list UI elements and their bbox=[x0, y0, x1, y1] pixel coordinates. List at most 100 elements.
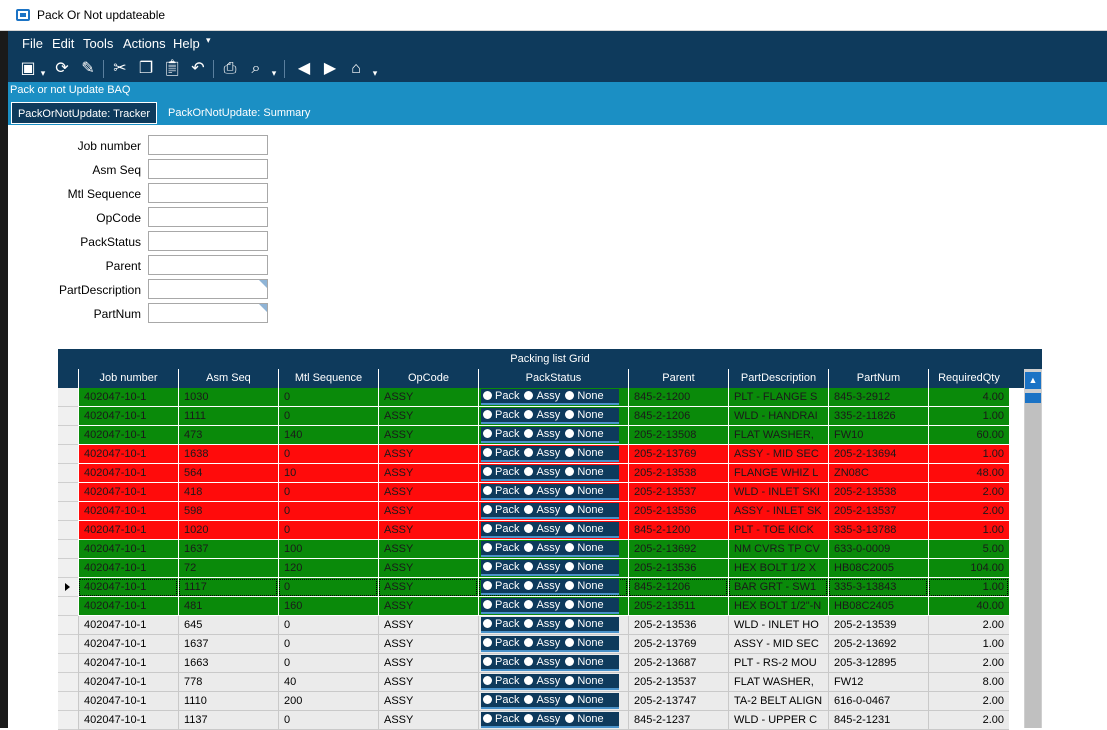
row-selector[interactable] bbox=[58, 426, 78, 445]
cell-required-qty[interactable]: 1.00 bbox=[928, 521, 1009, 540]
packstatus-radio-group[interactable]: Pack Assy None bbox=[481, 598, 619, 614]
column-header-asm-seq[interactable]: Asm Seq bbox=[178, 369, 278, 388]
cell-partnum[interactable]: 845-2-1231 bbox=[828, 711, 928, 730]
cell-asm-seq[interactable]: 598 bbox=[178, 502, 278, 521]
cell-packstatus[interactable]: Pack Assy None bbox=[478, 388, 628, 407]
radio-none-icon[interactable] bbox=[565, 657, 575, 666]
radio-pack-label[interactable]: Pack bbox=[495, 637, 519, 649]
row-selector[interactable] bbox=[58, 635, 78, 654]
row-selector[interactable] bbox=[58, 464, 78, 483]
cell-asm-seq[interactable]: 72 bbox=[178, 559, 278, 578]
radio-none-icon[interactable] bbox=[565, 467, 575, 476]
cell-partnum[interactable]: FW10 bbox=[828, 426, 928, 445]
row-selector[interactable] bbox=[58, 521, 78, 540]
packstatus-radio-group[interactable]: Pack Assy None bbox=[481, 617, 619, 633]
cell-mtl-sequence[interactable]: 120 bbox=[278, 559, 378, 578]
radio-assy-icon[interactable] bbox=[524, 676, 534, 685]
radio-assy-label[interactable]: Assy bbox=[536, 447, 560, 459]
radio-none-icon[interactable] bbox=[565, 619, 575, 628]
radio-assy-icon[interactable] bbox=[524, 391, 534, 400]
radio-none-icon[interactable] bbox=[565, 676, 575, 685]
radio-assy-icon[interactable] bbox=[524, 429, 534, 438]
cell-asm-seq[interactable]: 1020 bbox=[178, 521, 278, 540]
radio-none-icon[interactable] bbox=[565, 429, 575, 438]
cell-mtl-sequence[interactable]: 10 bbox=[278, 464, 378, 483]
cell-part-description[interactable]: PLT - TOE KICK bbox=[728, 521, 828, 540]
radio-pack-icon[interactable] bbox=[483, 562, 492, 571]
row-selector[interactable] bbox=[58, 578, 78, 597]
cell-opcode[interactable]: ASSY bbox=[378, 407, 478, 426]
cell-asm-seq[interactable]: 473 bbox=[178, 426, 278, 445]
cell-opcode[interactable]: ASSY bbox=[378, 445, 478, 464]
cell-opcode[interactable]: ASSY bbox=[378, 654, 478, 673]
column-header-required-qty[interactable]: RequiredQty bbox=[928, 369, 1009, 388]
cell-parent[interactable]: 205-2-13537 bbox=[628, 673, 728, 692]
cell-packstatus[interactable]: Pack Assy None bbox=[478, 635, 628, 654]
cell-required-qty[interactable]: 1.00 bbox=[928, 407, 1009, 426]
radio-none-label[interactable]: None bbox=[577, 656, 603, 668]
menu-help[interactable]: Help bbox=[173, 36, 200, 51]
radio-none-label[interactable]: None bbox=[577, 618, 603, 630]
cell-mtl-sequence[interactable]: 0 bbox=[278, 616, 378, 635]
cell-partnum[interactable]: 335-3-13788 bbox=[828, 521, 928, 540]
radio-assy-label[interactable]: Assy bbox=[536, 485, 560, 497]
cell-mtl-sequence[interactable]: 0 bbox=[278, 445, 378, 464]
radio-pack-label[interactable]: Pack bbox=[495, 523, 519, 535]
cell-opcode[interactable]: ASSY bbox=[378, 464, 478, 483]
packstatus-radio-group[interactable]: Pack Assy None bbox=[481, 579, 619, 595]
radio-assy-icon[interactable] bbox=[524, 562, 534, 571]
radio-assy-icon[interactable] bbox=[524, 600, 534, 609]
radio-assy-label[interactable]: Assy bbox=[536, 694, 560, 706]
cell-partnum[interactable]: 205-2-13538 bbox=[828, 483, 928, 502]
cell-mtl-sequence[interactable]: 0 bbox=[278, 578, 378, 597]
radio-assy-icon[interactable] bbox=[524, 581, 534, 590]
radio-assy-label[interactable]: Assy bbox=[536, 466, 560, 478]
table-row[interactable]: 402047-10-1 481 160 ASSY Pack Assy None 205-2-1… bbox=[78, 597, 1009, 616]
radio-assy-icon[interactable] bbox=[524, 467, 534, 476]
radio-assy-label[interactable]: Assy bbox=[536, 542, 560, 554]
table-row[interactable]: 402047-10-1 1637 0 ASSY Pack Assy None 205-2-13… bbox=[78, 635, 1009, 654]
cell-packstatus[interactable]: Pack Assy None bbox=[478, 407, 628, 426]
packstatus-input[interactable] bbox=[148, 231, 268, 251]
cell-opcode[interactable]: ASSY bbox=[378, 540, 478, 559]
cell-partnum[interactable]: 335-3-13843 bbox=[828, 578, 928, 597]
radio-pack-icon[interactable] bbox=[483, 619, 492, 628]
cell-part-description[interactable]: WLD - INLET HO bbox=[728, 616, 828, 635]
cell-part-description[interactable]: PLT - RS-2 MOU bbox=[728, 654, 828, 673]
clear-icon[interactable]: ✎ bbox=[78, 59, 98, 79]
radio-pack-label[interactable]: Pack bbox=[495, 675, 519, 687]
cell-job-number[interactable]: 402047-10-1 bbox=[78, 578, 178, 597]
radio-assy-icon[interactable] bbox=[524, 695, 534, 704]
scroll-thumb[interactable] bbox=[1025, 393, 1041, 403]
cell-parent[interactable]: 845-2-1206 bbox=[628, 407, 728, 426]
cell-asm-seq[interactable]: 1638 bbox=[178, 445, 278, 464]
radio-assy-label[interactable]: Assy bbox=[536, 637, 560, 649]
cell-opcode[interactable]: ASSY bbox=[378, 426, 478, 445]
cell-partnum[interactable]: 205-2-13694 bbox=[828, 445, 928, 464]
radio-none-icon[interactable] bbox=[565, 505, 575, 514]
table-row[interactable]: 402047-10-1 598 0 ASSY Pack Assy None 205-2-135… bbox=[78, 502, 1009, 521]
cell-part-description[interactable]: NM CVRS TP CV bbox=[728, 540, 828, 559]
cell-packstatus[interactable]: Pack Assy None bbox=[478, 559, 628, 578]
cell-part-description[interactable]: FLANGE WHIZ L bbox=[728, 464, 828, 483]
table-row[interactable]: 402047-10-1 1111 0 ASSY Pack Assy None 845-2-12… bbox=[78, 407, 1009, 426]
radio-assy-label[interactable]: Assy bbox=[536, 580, 560, 592]
cell-opcode[interactable]: ASSY bbox=[378, 483, 478, 502]
cell-job-number[interactable]: 402047-10-1 bbox=[78, 673, 178, 692]
packstatus-radio-group[interactable]: Pack Assy None bbox=[481, 712, 619, 728]
row-selector[interactable] bbox=[58, 711, 78, 730]
cell-job-number[interactable]: 402047-10-1 bbox=[78, 521, 178, 540]
opcode-input[interactable] bbox=[148, 207, 268, 227]
row-selector[interactable] bbox=[58, 654, 78, 673]
cell-partnum[interactable]: 205-3-12895 bbox=[828, 654, 928, 673]
radio-none-label[interactable]: None bbox=[577, 523, 603, 535]
cell-mtl-sequence[interactable]: 0 bbox=[278, 502, 378, 521]
print-dropdown-icon[interactable]: ▾ bbox=[270, 63, 278, 83]
menu-edit[interactable]: Edit bbox=[52, 36, 74, 51]
radio-none-icon[interactable] bbox=[565, 410, 575, 419]
cell-asm-seq[interactable]: 1663 bbox=[178, 654, 278, 673]
cell-partnum[interactable]: ZN08C bbox=[828, 464, 928, 483]
cell-part-description[interactable]: FLAT WASHER, bbox=[728, 426, 828, 445]
radio-none-label[interactable]: None bbox=[577, 561, 603, 573]
radio-none-icon[interactable] bbox=[565, 638, 575, 647]
